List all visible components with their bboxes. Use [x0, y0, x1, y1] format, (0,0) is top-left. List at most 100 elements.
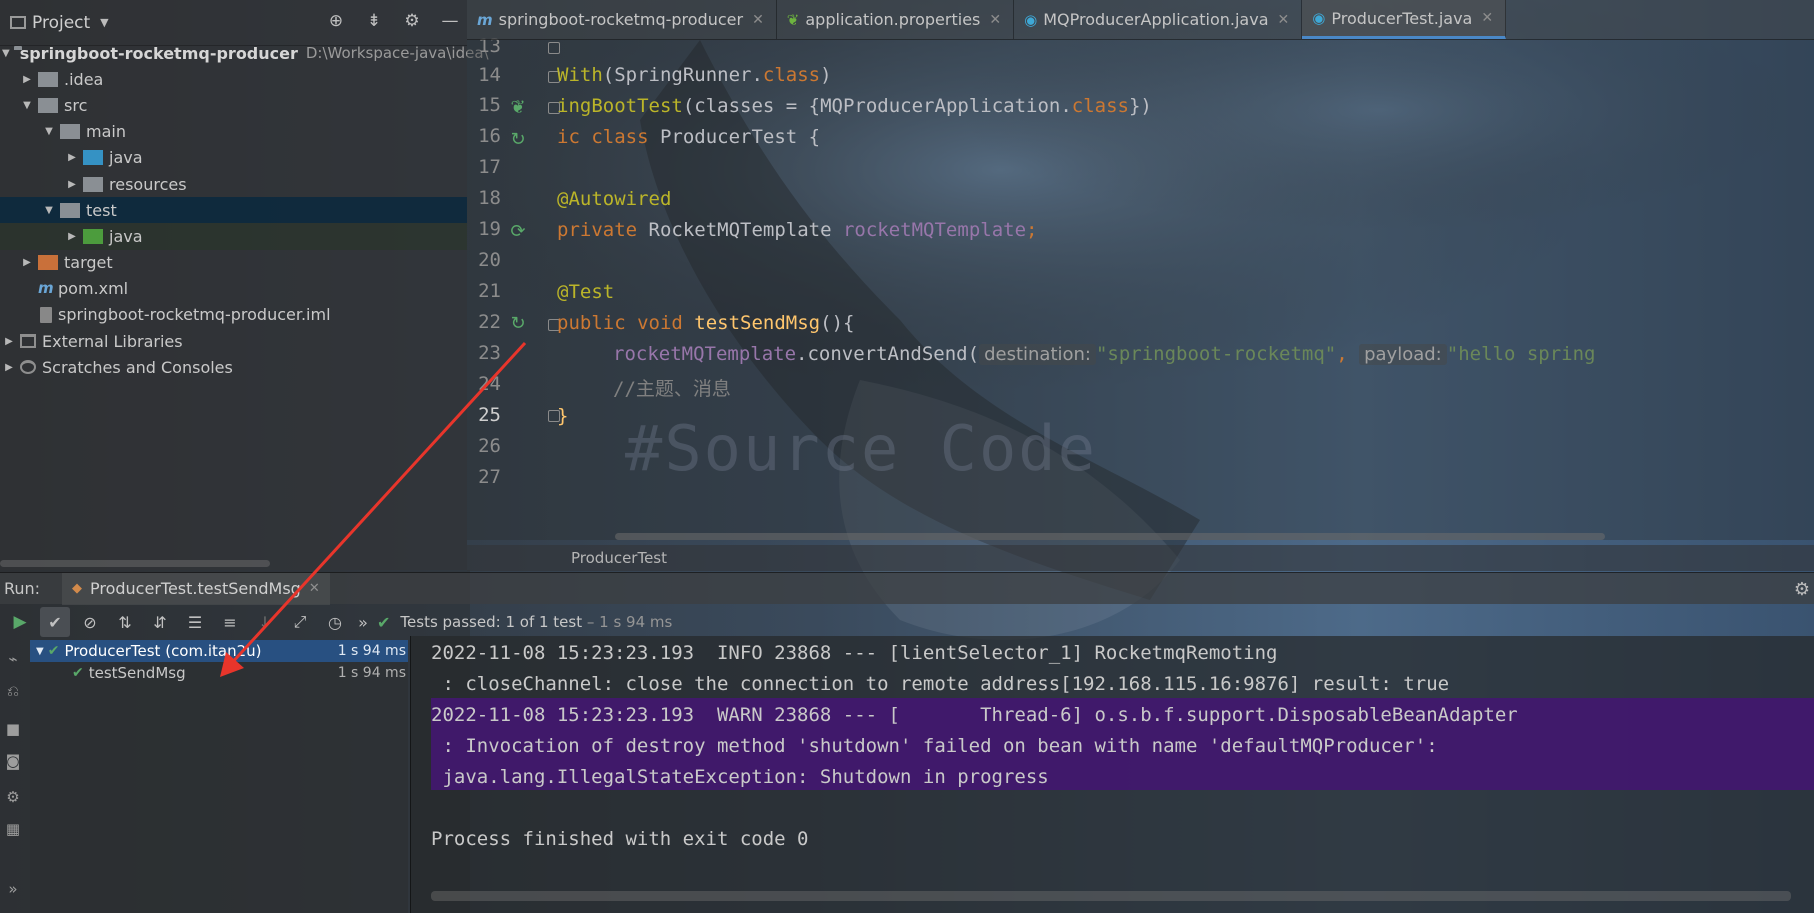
code-token: (SpringRunner. [602, 64, 763, 86]
chevron-down-icon[interactable]: ▼ [36, 646, 44, 657]
tree-item-pom[interactable]: m pom.xml [0, 276, 467, 302]
breadcrumb[interactable]: ProducerTest [467, 545, 1814, 571]
run-tab-label: ProducerTest.testSendMsg [90, 579, 301, 598]
scratches-icon [20, 360, 36, 375]
spring-bean-icon[interactable]: ❦ [507, 96, 529, 118]
keyword-token: ic [557, 126, 592, 148]
tree-item-target[interactable]: ▶ target [0, 250, 467, 276]
camera-icon[interactable]: ◙ [4, 752, 22, 770]
chevron-right-icon[interactable]: ▶ [20, 257, 34, 268]
code-line-24: //主题、消息 [613, 374, 731, 401]
test-duration: 1 s 94 ms [337, 643, 406, 659]
show-passed-icon[interactable]: ✔ [40, 607, 70, 637]
line-number: 19 [478, 218, 501, 240]
tree-item-idea[interactable]: ▶ .idea [0, 66, 467, 92]
tree-item-external-libraries[interactable]: ▶ External Libraries [0, 328, 467, 354]
tab-producertest[interactable]: ◉ ProducerTest.java ✕ [1302, 0, 1507, 39]
tree-item-project-root[interactable]: ▼ springboot-rocketmq-producer D:\Worksp… [0, 40, 489, 66]
collapse-all-icon[interactable]: ⇟ [363, 10, 385, 32]
editor-horizontal-scrollbar[interactable] [615, 533, 1605, 540]
line-number: 24 [478, 373, 501, 395]
tab-springboot-rocketmq-producer[interactable]: m springboot-rocketmq-producer ✕ [467, 0, 777, 39]
stop-icon[interactable]: ■ [4, 720, 22, 738]
close-icon[interactable]: ✕ [309, 581, 320, 596]
test-method-row[interactable]: ✔ testSendMsg 1 s 94 ms [30, 662, 408, 684]
folder-icon [38, 71, 58, 87]
tree-item-label: springboot-rocketmq-producer.iml [58, 305, 331, 325]
chevron-right-icon[interactable]: ▶ [65, 152, 79, 163]
excluded-folder-icon [38, 255, 58, 271]
project-view-selector[interactable]: Project [32, 13, 90, 33]
collapse-all-icon[interactable]: ≡ [215, 607, 245, 637]
tree-item-label: resources [109, 174, 187, 194]
settings-icon[interactable]: ⚙ [4, 788, 22, 806]
chevron-right-icon[interactable]: ▶ [65, 231, 79, 242]
chevron-right-icon[interactable]: ▶ [2, 362, 16, 373]
sort-alphabetically-icon[interactable]: ⇅ [110, 607, 140, 637]
pin-icon[interactable]: ⌁ [4, 650, 22, 668]
chevron-right-icon[interactable]: ▶ [2, 336, 16, 347]
code-token: (){ [820, 312, 855, 334]
more-actions-icon[interactable]: » [355, 607, 371, 637]
chevron-right-icon[interactable]: ▶ [20, 74, 34, 85]
tab-mqproducerapplication[interactable]: ◉ MQProducerApplication.java ✕ [1014, 0, 1303, 39]
previous-failed-icon[interactable]: ↓ [250, 607, 280, 637]
tab-application-properties[interactable]: ❦ application.properties ✕ [777, 0, 1015, 39]
annotation-token: With [557, 64, 603, 86]
line-number: 23 [478, 342, 501, 364]
chevron-down-icon[interactable]: ▼ [42, 126, 56, 137]
autowired-bean-icon[interactable]: ⟳ [507, 220, 529, 242]
console-horizontal-scrollbar[interactable] [431, 891, 1791, 901]
code-line-16: ic class ProducerTest { [557, 126, 820, 148]
class-icon: ◉ [1024, 10, 1038, 29]
locate-icon[interactable]: ⊕ [325, 10, 347, 32]
layout-icon[interactable]: ▦ [4, 820, 22, 838]
iml-file-icon [40, 306, 52, 323]
chevron-down-icon[interactable]: ▼ [42, 205, 56, 216]
tests-passed-suffix: of 1 test [515, 613, 583, 631]
tree-item-scratches[interactable]: ▶ Scratches and Consoles [0, 354, 467, 380]
tree-item-label: springboot-rocketmq-producer [19, 43, 298, 63]
gear-icon[interactable]: ⚙ [401, 10, 423, 32]
rerun-icon[interactable]: ▶ [5, 607, 35, 637]
project-horizontal-scrollbar[interactable] [0, 560, 270, 567]
tree-item-test-java[interactable]: ▶ java [0, 223, 467, 250]
method-token: testSendMsg [694, 312, 821, 334]
test-suite-row[interactable]: ▼ ✔ ProducerTest (com.itan2u) 1 s 94 ms [30, 640, 408, 662]
chevron-right-icon[interactable]: ▶ [65, 179, 79, 190]
code-line-18: @Autowired [557, 188, 671, 210]
restore-layout-icon[interactable]: ⎌ [4, 682, 22, 700]
close-icon[interactable]: ✕ [752, 12, 764, 28]
console-output[interactable]: 2022-11-08 15:23:23.193 INFO 23868 --- [… [410, 636, 1814, 913]
run-test-icon[interactable]: ↻ [507, 128, 529, 150]
tree-item-test[interactable]: ▼ test [0, 197, 467, 224]
chevron-down-icon[interactable]: ▼ [100, 16, 108, 29]
tree-item-main[interactable]: ▼ main [0, 119, 467, 145]
expand-all-icon[interactable]: ☰ [180, 607, 210, 637]
string-token: "springboot-rocketmq" [1095, 343, 1337, 365]
tree-item-main-java[interactable]: ▶ java [0, 145, 467, 171]
close-icon[interactable]: ✕ [1481, 10, 1493, 26]
gear-icon[interactable]: ⚙ [1794, 579, 1810, 600]
line-number: 18 [478, 187, 501, 209]
code-line-23: rocketMQTemplate.convertAndSend(destinat… [613, 343, 1595, 365]
run-configuration-tab[interactable]: ◆ ProducerTest.testSendMsg ✕ [62, 572, 330, 605]
tree-item-resources[interactable]: ▶ resources [0, 171, 467, 197]
show-ignored-icon[interactable]: ⊘ [75, 607, 105, 637]
run-test-icon[interactable]: ↻ [507, 312, 529, 334]
history-icon[interactable]: ◷ [320, 607, 350, 637]
close-icon[interactable]: ✕ [1278, 12, 1290, 28]
more-actions-icon[interactable]: » [4, 880, 22, 898]
chevron-down-icon[interactable]: ▼ [2, 48, 10, 59]
close-icon[interactable]: ✕ [989, 12, 1001, 28]
code-line-15: ingBootTest(classes = {MQProducerApplica… [557, 95, 1152, 117]
chevron-down-icon[interactable]: ▼ [20, 100, 34, 111]
export-icon[interactable]: ⤢ [285, 607, 315, 637]
tree-item-src[interactable]: ▼ src [0, 92, 467, 118]
tree-item-label: test [86, 200, 117, 220]
folder-icon [60, 202, 80, 218]
minimize-icon[interactable]: — [439, 10, 461, 32]
sort-by-duration-icon[interactable]: ⇵ [145, 607, 175, 637]
library-icon [20, 334, 36, 349]
tree-item-iml[interactable]: springboot-rocketmq-producer.iml [0, 302, 467, 328]
